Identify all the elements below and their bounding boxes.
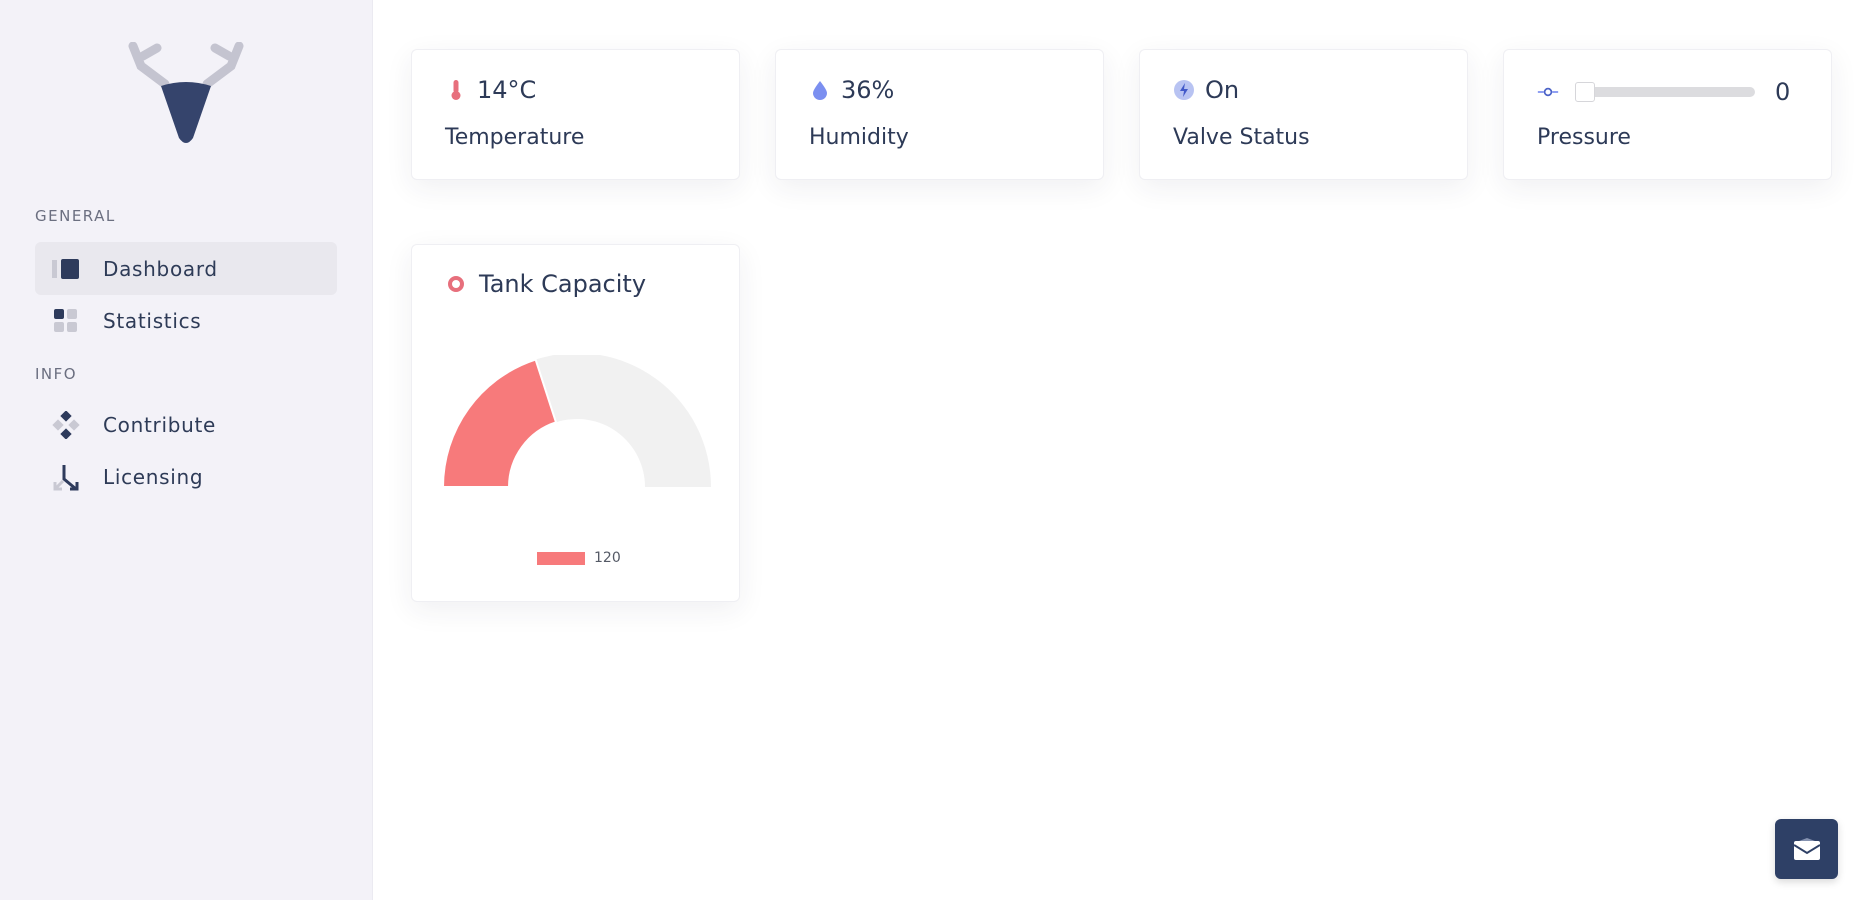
pressure-card: 0 Pressure	[1503, 49, 1832, 180]
moose-logo-icon	[128, 42, 244, 143]
sidebar-item-contribute[interactable]: Contribute	[35, 398, 337, 451]
mail-icon	[1793, 838, 1820, 860]
sidebar: GENERAL Dashboard Statistics INFO Contri…	[0, 0, 373, 900]
mail-button[interactable]	[1775, 819, 1838, 879]
legend-label: 120	[594, 550, 621, 566]
gauge-remainder-arc	[535, 355, 711, 487]
sidebar-item-dashboard[interactable]: Dashboard	[35, 242, 337, 295]
droplet-icon	[809, 79, 831, 101]
humidity-card: 36% Humidity	[775, 49, 1104, 180]
pressure-value: 0	[1775, 78, 1791, 106]
slider-icon	[1537, 81, 1559, 103]
valve-status-label: Valve Status	[1173, 125, 1310, 150]
tank-capacity-card: Tank Capacity 120	[411, 244, 740, 602]
gauge-value-arc	[442, 358, 558, 488]
grid-icon	[49, 304, 83, 338]
tank-capacity-title: Tank Capacity	[479, 270, 647, 298]
sidebar-item-licensing[interactable]: Licensing	[35, 450, 337, 503]
valve-status-value: On	[1205, 76, 1240, 104]
humidity-value: 36%	[841, 76, 895, 104]
dashboard-icon	[49, 252, 83, 286]
pressure-slider[interactable]	[1575, 82, 1755, 102]
humidity-label: Humidity	[809, 125, 909, 150]
legend-swatch	[537, 551, 585, 565]
bolt-icon	[1173, 79, 1195, 101]
merge-arrow-icon	[49, 460, 83, 494]
contribute-icon	[49, 408, 83, 442]
sidebar-item-label: Statistics	[103, 308, 202, 333]
section-label-info: INFO	[35, 365, 78, 383]
sidebar-item-statistics[interactable]: Statistics	[35, 294, 337, 347]
valve-status-card: On Valve Status	[1139, 49, 1468, 180]
pressure-label: Pressure	[1537, 125, 1631, 150]
sidebar-item-label: Contribute	[103, 412, 217, 437]
ring-icon	[445, 273, 467, 295]
thermometer-icon	[445, 79, 467, 101]
temperature-card: 14°C Temperature	[411, 49, 740, 180]
temperature-label: Temperature	[445, 125, 585, 150]
section-label-general: GENERAL	[35, 207, 116, 225]
sidebar-item-label: Dashboard	[103, 256, 218, 281]
pressure-slider-thumb[interactable]	[1575, 82, 1595, 102]
tank-gauge-chart	[442, 355, 711, 488]
chart-legend: 120	[537, 550, 621, 566]
temperature-value: 14°C	[477, 76, 537, 104]
sidebar-item-label: Licensing	[103, 464, 204, 489]
